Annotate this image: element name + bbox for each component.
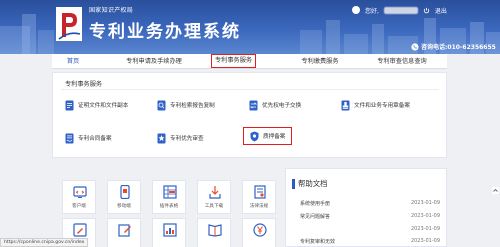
service-search-report-copy[interactable]: 专利检索报告复制: [157, 98, 215, 112]
tile-row2-5[interactable]: [242, 218, 276, 247]
help-row-date: 2023-01-09: [410, 226, 440, 232]
system-title: 专利业务办理系统: [89, 22, 241, 42]
tile-label: 法律法规: [249, 204, 269, 209]
help-title: 帮助文档: [298, 179, 328, 188]
hotline-text: 咨询电话:010-62356655: [421, 44, 496, 51]
affairs-service-panel: 专利事务服务 证明文件和文件副本 专利检索报告复制 优先权电子交换 文件和业务专…: [52, 72, 447, 158]
help-row-date: 2023-01-09: [410, 200, 440, 206]
book-icon: [208, 224, 222, 237]
help-row[interactable]: 2023-01-09: [300, 226, 440, 232]
nav-home[interactable]: 首页: [62, 54, 84, 69]
tile-mobile[interactable]: 移动端: [107, 180, 141, 214]
mobile-icon: [120, 185, 130, 199]
nav-patent-application[interactable]: 专利申请及手续办理: [112, 54, 196, 69]
tile-label: 客户端: [72, 204, 86, 209]
site-header: 国家知识产权局 专利业务办理系统 您好, 退出 咨询电话:010-6235665…: [0, 0, 500, 54]
help-row-date: 2023-01-09: [410, 238, 440, 244]
panel-title: 专利事务服务: [65, 81, 103, 88]
service-contract-filing[interactable]: 专利合同备案: [65, 131, 112, 145]
service-label: 文件和业务专用章备案: [354, 103, 410, 109]
priority-icon: [157, 133, 166, 143]
help-docs-panel: 帮助文档 系统使用手册 2023-01-09 常见问题解答 2023-01-09…: [285, 168, 447, 247]
edit-icon: [118, 224, 131, 237]
pledge-shield-icon: [250, 131, 259, 141]
service-label: 专利合同备案: [78, 136, 112, 142]
service-priority-exchange[interactable]: 优先权电子交换: [249, 98, 301, 112]
user-area: 您好, 退出: [352, 4, 447, 16]
phone-icon: [411, 42, 419, 51]
service-label: 专利检索报告复制: [170, 103, 215, 109]
tile-row2-3[interactable]: [152, 218, 186, 247]
exit-icon[interactable]: [423, 7, 430, 14]
panel-divider: [61, 89, 439, 90]
nav-patent-affairs-service[interactable]: 专利事务服务: [211, 54, 257, 68]
tile-row2-2[interactable]: [107, 218, 141, 247]
pen-icon: [73, 223, 87, 237]
report-icon: [157, 100, 166, 110]
help-row[interactable]: 系统使用手册 2023-01-09: [300, 200, 440, 207]
status-bar-url: https://cponline.cnipa.gov.cn/index: [0, 238, 89, 247]
tile-plugin-table[interactable]: 插件表格: [152, 180, 186, 214]
help-header: 帮助文档: [292, 178, 328, 189]
exchange-icon: [249, 100, 258, 110]
stamp-icon: [341, 100, 350, 110]
help-row-title: 专利复审和无效: [300, 239, 336, 245]
service-seal-filing[interactable]: 文件和业务专用章备案: [341, 98, 410, 112]
service-priority-examination[interactable]: 专利优先审查: [157, 131, 204, 145]
tile-client[interactable]: 客户端: [62, 180, 96, 214]
service-label: 专利优先审查: [170, 136, 204, 142]
service-pledge-filing[interactable]: 质押备案: [243, 127, 293, 145]
tile-row2-4[interactable]: [197, 218, 231, 247]
user-avatar-icon: [352, 6, 360, 14]
user-name-redacted: [383, 6, 418, 14]
tool-download-icon: [209, 186, 221, 199]
help-accent-bar: [292, 178, 295, 189]
service-label: 证明文件和文件副本: [78, 103, 129, 109]
quick-links-area: 客户端 移动端 插件表格 工具下载 法律法规 帮助文档 系统使用手册 2023-…: [52, 168, 447, 247]
service-label: 质押备案: [263, 134, 286, 140]
help-row[interactable]: 常见问题解答 2023-01-09: [300, 213, 440, 220]
help-row-date: 2023-01-09: [410, 213, 440, 219]
tile-laws[interactable]: 法律法规: [242, 180, 276, 214]
help-row-title: 常见问题解答: [300, 214, 331, 220]
nav-patent-exam-query[interactable]: 专利审查信息查询: [362, 54, 442, 69]
exit-link[interactable]: 退出: [435, 6, 447, 15]
help-row[interactable]: 专利复审和无效 2023-01-09: [300, 238, 440, 245]
service-label: 优先权电子交换: [262, 103, 302, 109]
tile-label: 工具下载: [204, 204, 224, 209]
plugin-table-icon: [163, 185, 177, 199]
yen-icon: [253, 223, 267, 237]
tile-label: 插件表格: [159, 204, 179, 209]
main-nav: 首页 专利申请及手续办理 专利事务服务 专利缴费服务 专利审查信息查询: [52, 54, 447, 69]
help-row-title: 系统使用手册: [300, 201, 331, 207]
chart-icon: [163, 223, 177, 237]
nav-patent-fee-service[interactable]: 专利缴费服务: [292, 54, 348, 69]
tile-label: 移动端: [117, 204, 131, 209]
service-certificate-copy[interactable]: 证明文件和文件副本: [65, 98, 128, 112]
law-icon: [254, 185, 266, 199]
user-greeting: 您好,: [365, 7, 379, 15]
hotline: 咨询电话:010-62356655: [411, 42, 496, 51]
scroll-to-top-icon[interactable]: [491, 186, 500, 195]
tile-tool-download[interactable]: 工具下载: [197, 180, 231, 214]
contract-icon: [65, 133, 74, 143]
cnipa-logo: [56, 7, 82, 41]
client-icon: [73, 186, 87, 198]
office-name: 国家知识产权局: [89, 7, 134, 14]
document-copy-icon: [65, 100, 74, 110]
